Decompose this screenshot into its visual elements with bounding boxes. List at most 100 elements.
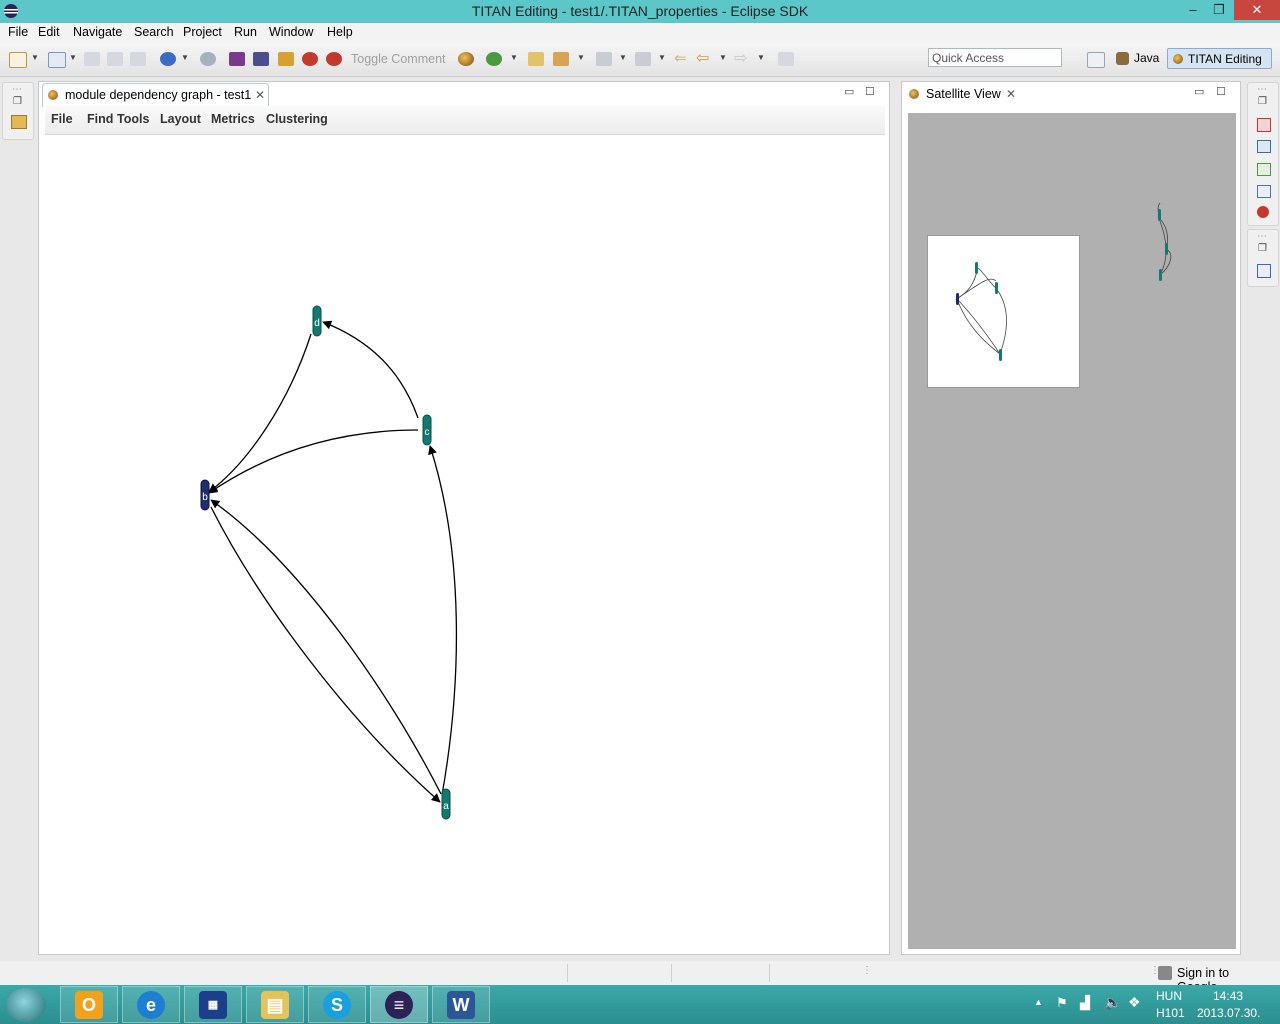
save-all-icon[interactable] xyxy=(107,52,123,66)
graph-edge-a-b[interactable] xyxy=(210,499,442,795)
run-icon[interactable] xyxy=(486,52,502,66)
start-button-icon[interactable] xyxy=(6,988,46,1022)
run-dropdown-icon[interactable]: ▼ xyxy=(510,53,518,62)
google-sign-in-icon[interactable] xyxy=(1158,966,1172,980)
graph-node-d[interactable]: d xyxy=(312,305,322,337)
prev-annotation-icon[interactable] xyxy=(635,52,651,66)
menu-edit[interactable]: Edit xyxy=(38,25,60,39)
project-explorer-icon[interactable] xyxy=(11,115,27,129)
minimize-button[interactable]: ‒ xyxy=(1180,0,1206,20)
perspective-java[interactable]: Java xyxy=(1114,48,1164,69)
trim-handle-icon: ⋯ xyxy=(1257,84,1267,95)
console-icon[interactable] xyxy=(1257,140,1271,153)
titan-tool-4-icon[interactable] xyxy=(302,52,318,66)
toggle-comment-button[interactable]: Toggle Comment xyxy=(351,52,446,66)
graph-edge-b-a[interactable] xyxy=(210,506,441,803)
prev-annotation-dropdown-icon[interactable]: ▼ xyxy=(658,53,666,62)
pen-icon[interactable] xyxy=(553,52,569,66)
graph-node-b-label: b xyxy=(202,492,208,503)
satellite-viewport-rectangle[interactable] xyxy=(927,235,1080,388)
outline-icon[interactable] xyxy=(1257,264,1271,278)
status-separator xyxy=(769,964,770,982)
taskbar-app-word[interactable]: W xyxy=(432,986,490,1023)
menu-search[interactable]: Search xyxy=(134,25,174,39)
titan-tool-5-icon[interactable] xyxy=(326,52,342,66)
menu-run[interactable]: Run xyxy=(234,25,257,39)
restore-stack-icon[interactable]: ❐ xyxy=(1258,243,1267,254)
close-button[interactable]: ✕ xyxy=(1234,0,1280,20)
back-dropdown-icon[interactable]: ▼ xyxy=(719,53,727,62)
satellite-view-tab-title[interactable]: Satellite View xyxy=(926,87,1001,101)
debug-dropdown-icon[interactable]: ▼ xyxy=(181,53,189,62)
satellite-view-panel: Satellite View ✕ ▭ ☐ xyxy=(901,81,1241,955)
taskbar-app-skype[interactable]: S xyxy=(308,986,366,1023)
outline-search-icon[interactable] xyxy=(1257,185,1271,198)
new-dropdown-icon[interactable]: ▼ xyxy=(31,53,39,62)
network-signal-icon[interactable]: ▟ xyxy=(1080,995,1090,1011)
taskbar-app-file-explorer[interactable]: ▤ xyxy=(246,986,304,1023)
restore-button[interactable]: ❐ xyxy=(1206,0,1232,20)
open-perspective-icon[interactable] xyxy=(1087,52,1105,68)
close-satellite-tab-icon[interactable]: ✕ xyxy=(1006,87,1016,101)
status-separator xyxy=(671,964,672,982)
new-project-icon[interactable] xyxy=(48,52,66,68)
trim-handle-icon: ⋯ xyxy=(12,84,22,95)
keyboard-layout[interactable]: H101 xyxy=(1156,1006,1185,1020)
print-icon[interactable] xyxy=(130,52,146,66)
satellite-view-canvas[interactable] xyxy=(908,113,1236,949)
forward-icon[interactable]: ⇨ xyxy=(734,48,747,68)
minimize-satellite-icon[interactable]: ▭ xyxy=(1194,85,1204,98)
last-edit-location-icon[interactable]: ⇐ xyxy=(674,49,687,67)
new-icon[interactable] xyxy=(9,52,27,68)
menu-file[interactable]: File xyxy=(8,25,28,39)
menu-window[interactable]: Window xyxy=(269,25,313,39)
restore-stack-icon[interactable]: ❐ xyxy=(1258,96,1267,107)
volume-icon[interactable]: 🔈 xyxy=(1104,994,1121,1011)
taskbar-app-internet-explorer[interactable]: e xyxy=(122,986,180,1023)
clock-date[interactable]: 2013.07.30. xyxy=(1197,1006,1260,1020)
back-icon[interactable]: ⇦ xyxy=(696,48,709,68)
eclipse-icon: ≡ xyxy=(385,991,413,1019)
graph-edge-d-b[interactable] xyxy=(208,333,312,493)
titan-tool-1-icon[interactable] xyxy=(229,52,245,66)
action-center-flag-icon[interactable]: ⚑ xyxy=(1056,995,1068,1011)
taskbar-app-eclipse[interactable]: ≡ xyxy=(370,986,428,1023)
graph-node-b[interactable]: b xyxy=(200,479,210,511)
forward-dropdown-icon[interactable]: ▼ xyxy=(757,53,765,62)
menu-project[interactable]: Project xyxy=(183,25,222,39)
pin-editor-icon[interactable] xyxy=(778,52,794,66)
titan-perspective-icon xyxy=(1173,54,1183,64)
graph-node-c[interactable]: c xyxy=(422,414,432,446)
dependency-graph-canvas[interactable]: d c b a xyxy=(39,82,889,954)
restore-stack-icon[interactable]: ❐ xyxy=(13,96,22,107)
debug-icon[interactable] xyxy=(160,52,176,66)
titan-tool-3-icon[interactable] xyxy=(278,52,294,66)
new-project-dropdown-icon[interactable]: ▼ xyxy=(69,53,77,62)
dropbox-icon[interactable]: ❖ xyxy=(1128,994,1141,1011)
show-hidden-icons-icon[interactable]: ▲ xyxy=(1034,997,1043,1007)
pen-dropdown-icon[interactable]: ▼ xyxy=(577,53,585,62)
window-title-bar: TITAN Editing - test1/.TITAN_properties … xyxy=(0,0,1280,23)
error-log-icon[interactable] xyxy=(1257,206,1269,218)
graph-edge-a-c[interactable] xyxy=(428,445,458,796)
perspective-titan-editing[interactable]: TITAN Editing xyxy=(1167,48,1272,69)
menu-help[interactable]: Help xyxy=(327,25,353,39)
external-tools-icon[interactable] xyxy=(200,52,216,66)
problems-icon[interactable] xyxy=(1257,118,1271,132)
input-language[interactable]: HUN xyxy=(1156,989,1182,1003)
taskbar-app-outlook[interactable]: O xyxy=(60,986,118,1023)
maximize-satellite-icon[interactable]: ☐ xyxy=(1216,85,1226,98)
next-annotation-dropdown-icon[interactable]: ▼ xyxy=(619,53,627,62)
graph-node-a[interactable]: a xyxy=(441,788,451,820)
titan-graph-icon[interactable] xyxy=(458,52,474,66)
titan-tool-2-icon[interactable] xyxy=(253,52,269,66)
clock-time[interactable]: 14:43 xyxy=(1213,989,1243,1003)
menu-navigate[interactable]: Navigate xyxy=(73,25,122,39)
tasks-icon[interactable] xyxy=(1257,163,1271,176)
graph-edge-c-d[interactable] xyxy=(322,320,419,419)
open-folder-icon[interactable] xyxy=(528,52,544,66)
taskbar-app-fcm[interactable]: ▦ xyxy=(184,986,242,1023)
save-icon[interactable] xyxy=(84,52,100,66)
quick-access-field[interactable]: Quick Access xyxy=(928,48,1062,67)
next-annotation-icon[interactable] xyxy=(596,52,612,66)
